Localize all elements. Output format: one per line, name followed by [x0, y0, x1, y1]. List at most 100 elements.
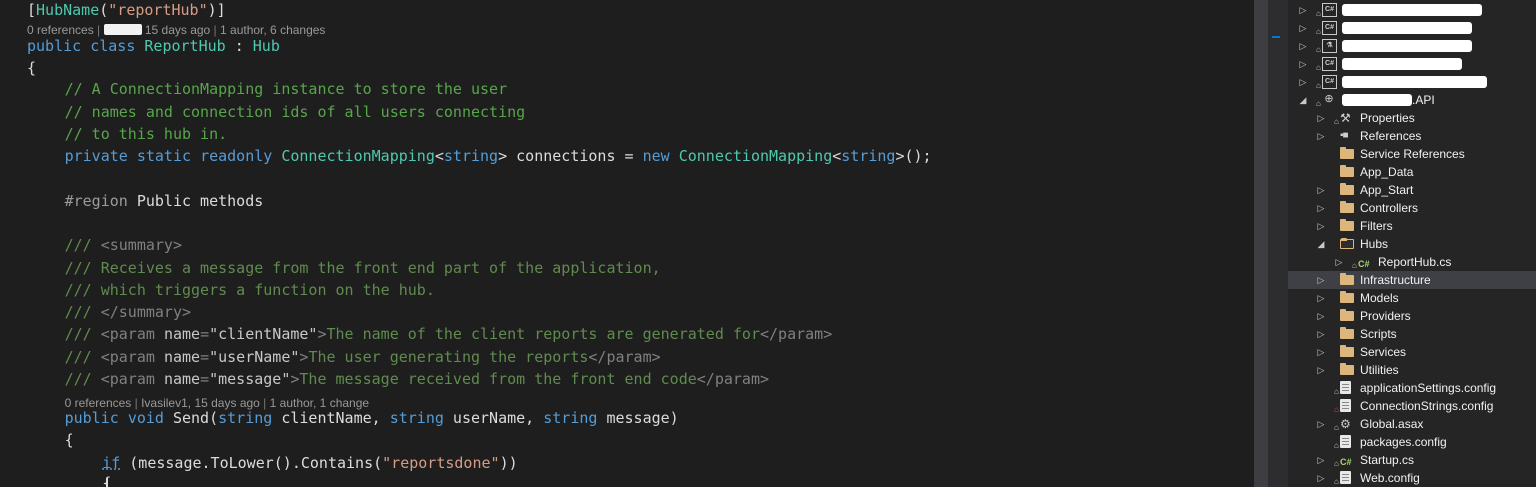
- code-token: "clientName": [209, 325, 318, 343]
- code-token: )): [499, 454, 518, 472]
- tree-node-label: Hubs: [1360, 237, 1389, 251]
- expand-arrow-icon[interactable]: ▷: [1316, 217, 1326, 235]
- expand-arrow-icon[interactable]: ▷: [1316, 469, 1326, 487]
- expand-arrow-icon[interactable]: ▷: [1316, 361, 1326, 379]
- expand-arrow-icon[interactable]: ▷: [1316, 451, 1326, 469]
- code-line[interactable]: // A ConnectionMapping instance to store…: [65, 78, 508, 100]
- expand-arrow-icon[interactable]: ▷: [1298, 55, 1308, 73]
- code-line[interactable]: {: [65, 429, 74, 451]
- tree-node[interactable]: ◢ Hubs: [1288, 235, 1536, 253]
- codelens-author[interactable]: 15 days ago: [142, 23, 210, 37]
- code-line[interactable]: /// Receives a message from the front en…: [65, 257, 661, 279]
- tree-node[interactable]: ⌂ applicationSettings.config: [1288, 379, 1536, 397]
- tree-node[interactable]: ▷ Services: [1288, 343, 1536, 361]
- expand-arrow-icon[interactable]: ▷: [1316, 325, 1326, 343]
- expand-arrow-icon[interactable]: ▷: [1298, 19, 1308, 37]
- code-line[interactable]: if (message.ToLower().Contains("reportsd…: [102, 452, 517, 474]
- expand-arrow-icon[interactable]: ▷: [1316, 343, 1326, 361]
- tree-node[interactable]: ▷ Controllers: [1288, 199, 1536, 217]
- tree-node[interactable]: App_Data: [1288, 163, 1536, 181]
- tree-node[interactable]: ▷ Models: [1288, 289, 1536, 307]
- code-token: <param: [100, 370, 164, 388]
- codelens-references[interactable]: 0 references: [27, 23, 94, 37]
- code-line[interactable]: {: [27, 57, 36, 79]
- tree-node[interactable]: ▷ Providers: [1288, 307, 1536, 325]
- codelens-info[interactable]: 0 references | 15 days ago | 1 author, 6…: [27, 22, 325, 38]
- code-token: </param>: [696, 370, 770, 388]
- expand-arrow-icon[interactable]: ▷: [1334, 253, 1344, 271]
- code-line[interactable]: /// <param name="userName">The user gene…: [65, 346, 661, 368]
- collapse-arrow-icon[interactable]: ◢: [1316, 235, 1326, 253]
- code-token: #region: [64, 192, 128, 210]
- collapse-arrow-icon[interactable]: ◢: [1298, 91, 1308, 109]
- code-line[interactable]: /// </summary>: [65, 301, 191, 323]
- code-line[interactable]: [HubName("reportHub")]: [27, 0, 226, 21]
- code-line[interactable]: /// which triggers a function on the hub…: [65, 279, 435, 301]
- expand-arrow-icon[interactable]: ▷: [1316, 307, 1326, 325]
- expand-arrow-icon[interactable]: ▷: [1316, 271, 1326, 289]
- codelens-info[interactable]: 0 references | Ivasilev1, 15 days ago | …: [65, 395, 369, 411]
- expand-arrow-icon[interactable]: ▷: [1316, 289, 1326, 307]
- expand-arrow-icon[interactable]: ▷: [1316, 415, 1326, 433]
- code-token: "reportsdone": [382, 454, 500, 472]
- tree-node-label: Utilities: [1360, 363, 1399, 377]
- tree-node-label: Providers: [1360, 309, 1411, 323]
- tree-node[interactable]: Service References: [1288, 145, 1536, 163]
- expand-arrow-icon[interactable]: ▷: [1316, 199, 1326, 217]
- expand-arrow-icon[interactable]: ▷: [1298, 73, 1308, 91]
- code-line[interactable]: /// <param name="clientName">The name of…: [65, 323, 833, 345]
- code-token: >();: [895, 147, 932, 165]
- tree-node[interactable]: ▷ ⌂ C#: [1288, 1, 1536, 19]
- code-token: ConnectionMapping: [281, 147, 435, 165]
- expand-arrow-icon[interactable]: ▷: [1316, 181, 1326, 199]
- tree-node[interactable]: ▷ App_Start: [1288, 181, 1536, 199]
- tree-node[interactable]: ▷ ⌂ C#: [1288, 55, 1536, 73]
- tree-node-label: .API: [1412, 93, 1435, 107]
- code-line[interactable]: public class ReportHub : Hub: [27, 35, 280, 57]
- code-line[interactable]: private static readonly ConnectionMappin…: [65, 145, 932, 167]
- code-line[interactable]: /// <summary>: [65, 234, 182, 256]
- config-file-icon: [1340, 435, 1351, 448]
- expand-arrow-icon[interactable]: ▷: [1298, 37, 1308, 55]
- tree-node[interactable]: ⌂ ConnectionStrings.config: [1288, 397, 1536, 415]
- code-line[interactable]: /// <param name="message">The message re…: [65, 368, 769, 390]
- codelens-changes[interactable]: 1 author, 6 changes: [220, 23, 325, 37]
- code-token: userName,: [443, 409, 544, 427]
- tree-node[interactable]: ▷ Utilities: [1288, 361, 1536, 379]
- code-editor[interactable]: [HubName("reportHub")] public class Repor…: [0, 0, 1254, 487]
- tree-node[interactable]: ▷ Infrastructure: [1288, 271, 1536, 289]
- source-control-lock-icon: ⌂: [1334, 477, 1339, 486]
- tree-node[interactable]: ▷ ▪■ References: [1288, 127, 1536, 145]
- tree-node[interactable]: ⌂ packages.config: [1288, 433, 1536, 451]
- editor-vertical-scrollbar[interactable]: [1254, 0, 1288, 487]
- solution-explorer[interactable]: ▷ ⌂ C# ▷ ⌂ C# ▷ ⌂ ⚗ ▷ ⌂ C# ▷ ⌂ C# ◢ ⌂ ⊕ .API ▷ ⌂ ⚒ Properties ▷…: [1288, 0, 1536, 487]
- tree-node[interactable]: ▷ ⌂ ⚗: [1288, 37, 1536, 55]
- expand-arrow-icon[interactable]: ▷: [1316, 109, 1326, 127]
- scrollbar-track[interactable]: [1254, 0, 1268, 487]
- tree-node[interactable]: ▷ ⌂ C#: [1288, 19, 1536, 37]
- tree-node[interactable]: ▷ ⌂ Web.config: [1288, 469, 1536, 487]
- tree-node[interactable]: ▷ ⌂ C# ReportHub.cs: [1288, 253, 1536, 271]
- tree-node[interactable]: ▷ ⌂ ⚙ Global.asax: [1288, 415, 1536, 433]
- tree-node[interactable]: ◢ ⌂ ⊕ .API: [1288, 91, 1536, 109]
- tree-node[interactable]: ▷ ⌂ C#: [1288, 73, 1536, 91]
- tree-node-label: Properties: [1360, 111, 1415, 125]
- tree-node[interactable]: ▷ Scripts: [1288, 325, 1536, 343]
- code-line[interactable]: // names and connection ids of all users…: [65, 101, 526, 123]
- tree-node[interactable]: ▷ ⌂ ⚒ Properties: [1288, 109, 1536, 127]
- code-token: clientName,: [272, 409, 390, 427]
- tree-node[interactable]: ▷ ⌂ C# Startup.cs: [1288, 451, 1536, 469]
- tree-node-label: Services: [1360, 345, 1407, 359]
- tree-node[interactable]: ▷ Filters: [1288, 217, 1536, 235]
- code-line[interactable]: // to this hub in.: [65, 123, 228, 145]
- tree-node-label: ConnectionStrings.config: [1360, 399, 1494, 413]
- code-token: <param: [100, 325, 164, 343]
- code-token: Send(: [163, 409, 219, 427]
- codelens-changes[interactable]: 1 author, 1 change: [270, 396, 369, 410]
- expand-arrow-icon[interactable]: ▷: [1316, 127, 1326, 145]
- codelens-references[interactable]: 0 references: [65, 396, 132, 410]
- codelens-author[interactable]: Ivasilev1, 15 days ago: [141, 396, 260, 410]
- expand-arrow-icon[interactable]: ▷: [1298, 1, 1308, 19]
- code-line[interactable]: #region Public methods: [65, 190, 264, 212]
- code-token: public: [27, 37, 82, 55]
